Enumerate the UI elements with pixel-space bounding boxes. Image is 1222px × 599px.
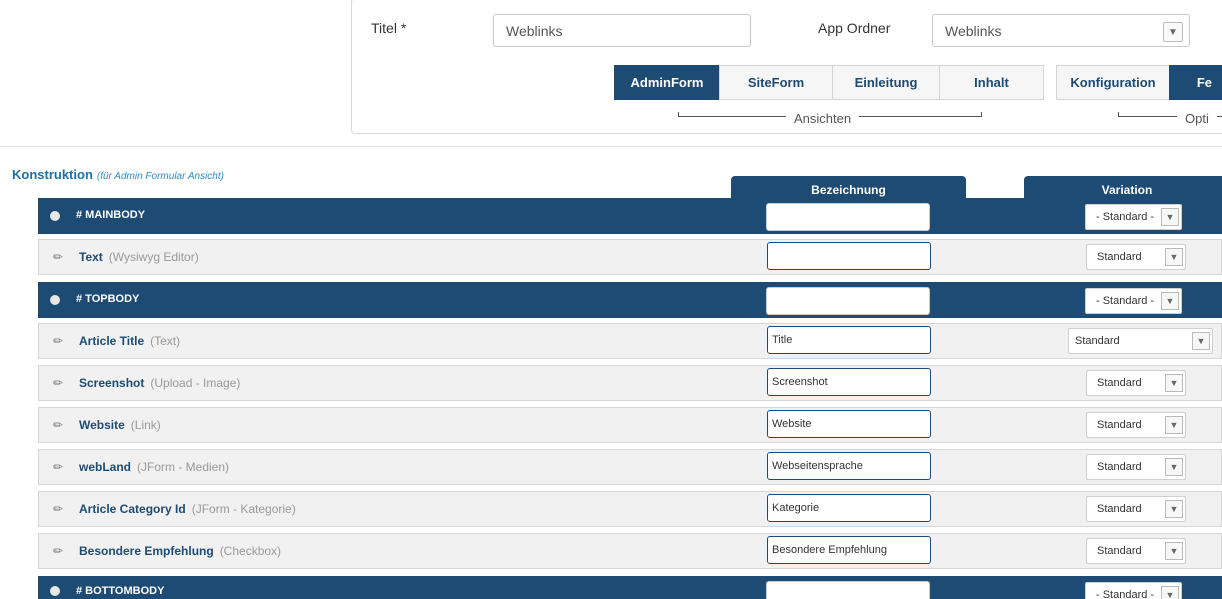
chevron-down-icon: ▼ (1165, 542, 1183, 560)
chevron-down-icon: ▼ (1163, 22, 1183, 42)
field-row-screenshot[interactable]: ✏ Screenshot (Upload - Image) Screenshot … (38, 365, 1222, 401)
views-group-label: Ansichten (786, 111, 860, 126)
field-type: (Upload - Image) (150, 376, 241, 390)
field-name: Website (Link) (79, 418, 161, 432)
tab-konfiguration[interactable]: Konfiguration (1056, 65, 1170, 100)
group-row-bottombody[interactable]: # BOTTOMBODY - Standard - ▼ (38, 576, 1222, 599)
title-input[interactable]: Weblinks (493, 14, 751, 47)
variation-select[interactable]: Standard ▼ (1086, 370, 1186, 396)
group-row-topbody[interactable]: # TOPBODY - Standard - ▼ (38, 282, 1222, 318)
pencil-icon[interactable]: ✏ (53, 376, 63, 390)
field-name: Article Title (Text) (79, 334, 181, 348)
field-type: (Text) (150, 334, 181, 348)
variation-select[interactable]: Standard ▼ (1086, 538, 1186, 564)
tab-einleitung[interactable]: Einleitung (832, 65, 940, 100)
bezeichnung-input[interactable] (766, 287, 930, 315)
field-row-article-title[interactable]: ✏ Article Title (Text) Title Standard ▼ (38, 323, 1222, 359)
field-type: (Checkbox) (219, 544, 282, 558)
bezeichnung-input[interactable]: Website (767, 410, 931, 438)
bullet-icon (50, 586, 60, 596)
chevron-down-icon: ▼ (1165, 248, 1183, 266)
bezeichnung-input[interactable]: Webseitensprache (767, 452, 931, 480)
bezeichnung-input[interactable] (766, 581, 930, 599)
field-name: Besondere Empfehlung (Checkbox) (79, 544, 282, 558)
tab-felder[interactable]: Fe (1169, 65, 1222, 100)
bezeichnung-input[interactable] (766, 203, 930, 231)
field-row-text[interactable]: ✏ Text (Wysiwyg Editor) Standard ▼ (38, 239, 1222, 275)
variation-select[interactable]: - Standard - ▼ (1085, 288, 1182, 314)
construction-title: Konstruktion (für Admin Formular Ansicht) (12, 167, 224, 182)
bezeichnung-input[interactable]: Title (767, 326, 931, 354)
field-row-website[interactable]: ✏ Website (Link) Website Standard ▼ (38, 407, 1222, 443)
variation-select[interactable]: - Standard - ▼ (1085, 204, 1182, 230)
chevron-down-icon: ▼ (1161, 586, 1179, 599)
field-type: (JForm - Kategorie) (191, 502, 296, 516)
options-group-label: Opti (1177, 111, 1217, 126)
chevron-down-icon: ▼ (1161, 208, 1179, 226)
divider (0, 146, 1222, 147)
field-name: webLand (JForm - Medien) (79, 460, 230, 474)
pencil-icon[interactable]: ✏ (53, 502, 63, 516)
variation-select[interactable]: - Standard - ▼ (1085, 582, 1182, 599)
field-row-webland[interactable]: ✏ webLand (JForm - Medien) Webseitensprac… (38, 449, 1222, 485)
field-type: (Link) (130, 418, 161, 432)
chevron-down-icon: ▼ (1165, 374, 1183, 392)
field-type: (Wysiwyg Editor) (108, 250, 199, 264)
tab-inhalt[interactable]: Inhalt (939, 65, 1044, 100)
group-title: # TOPBODY (76, 293, 140, 305)
title-label: Titel * (371, 20, 407, 36)
variation-select[interactable]: Standard ▼ (1086, 496, 1186, 522)
group-title: # BOTTOMBODY (76, 585, 165, 597)
chevron-down-icon: ▼ (1165, 500, 1183, 518)
field-name: Text (Wysiwyg Editor) (79, 250, 199, 264)
tab-siteform[interactable]: SiteForm (719, 65, 833, 100)
chevron-down-icon: ▼ (1192, 332, 1210, 350)
variation-select[interactable]: Standard ▼ (1086, 454, 1186, 480)
group-title: # MAINBODY (76, 209, 146, 221)
tab-adminform[interactable]: AdminForm (614, 65, 720, 100)
bezeichnung-input[interactable]: Kategorie (767, 494, 931, 522)
chevron-down-icon: ▼ (1165, 416, 1183, 434)
variation-select[interactable]: Standard ▼ (1086, 244, 1186, 270)
bezeichnung-input[interactable]: Besondere Empfehlung (767, 536, 931, 564)
bullet-icon (50, 211, 60, 221)
field-row-besondere-empfehlung[interactable]: ✏ Besondere Empfehlung (Checkbox) Besonde… (38, 533, 1222, 569)
field-type: (JForm - Medien) (137, 460, 230, 474)
pencil-icon[interactable]: ✏ (53, 460, 63, 474)
construction-subtitle: (für Admin Formular Ansicht) (96, 171, 224, 182)
app-folder-label: App Ordner (818, 20, 891, 36)
group-row-mainbody[interactable]: # MAINBODY - Standard - ▼ (38, 198, 1222, 234)
app-folder-select[interactable]: Weblinks ▼ (932, 14, 1190, 47)
field-row-article-category-id[interactable]: ✏ Article Category Id (JForm - Kategorie)… (38, 491, 1222, 527)
variation-select[interactable]: Standard ▼ (1086, 412, 1186, 438)
pencil-icon[interactable]: ✏ (53, 334, 63, 348)
pencil-icon[interactable]: ✏ (53, 250, 63, 264)
variation-select[interactable]: Standard ▼ (1068, 328, 1213, 354)
bezeichnung-input[interactable] (767, 242, 931, 270)
bezeichnung-input[interactable]: Screenshot (767, 368, 931, 396)
chevron-down-icon: ▼ (1161, 292, 1179, 310)
bullet-icon (50, 295, 60, 305)
field-name: Article Category Id (JForm - Kategorie) (79, 502, 296, 516)
field-name: Screenshot (Upload - Image) (79, 376, 241, 390)
pencil-icon[interactable]: ✏ (53, 418, 63, 432)
chevron-down-icon: ▼ (1165, 458, 1183, 476)
pencil-icon[interactable]: ✏ (53, 544, 63, 558)
required-mark: * (400, 20, 407, 36)
